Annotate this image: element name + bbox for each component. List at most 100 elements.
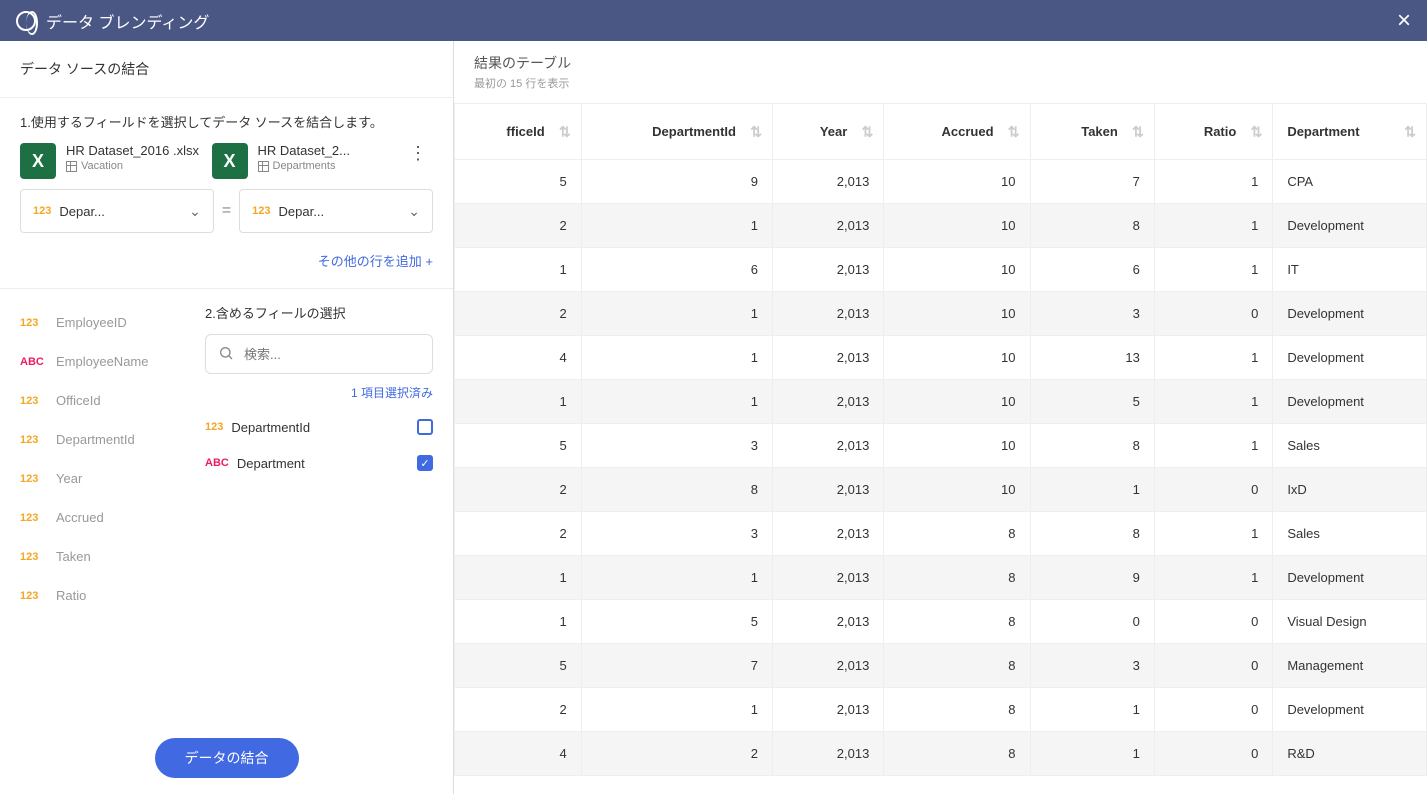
right-panel: 結果のテーブル 最初の 15 行を表示 fficeId⇅DepartmentId…	[454, 41, 1427, 794]
table-cell: Management	[1273, 644, 1427, 688]
table-cell: 1	[455, 556, 582, 600]
source-1-sub: Vacation	[81, 160, 123, 172]
excel-icon: X	[212, 143, 248, 179]
column-header[interactable]: fficeId⇅	[455, 104, 582, 160]
add-join-row-link[interactable]: その他の行を追加 +	[0, 233, 453, 288]
sort-icon[interactable]: ⇅	[1132, 123, 1144, 140]
table-cell: R&D	[1273, 732, 1427, 776]
field-item[interactable]: 123Ratio	[20, 576, 185, 615]
field-item[interactable]: ABCEmployeeName	[20, 342, 185, 381]
table-cell: 1	[1154, 336, 1272, 380]
table-row: 152,013800Visual Design	[455, 600, 1427, 644]
table-cell: 8	[1030, 204, 1154, 248]
column-header[interactable]: Ratio⇅	[1154, 104, 1272, 160]
table-cell: 5	[1030, 380, 1154, 424]
type-badge-123: 123	[252, 205, 270, 217]
search-icon	[218, 345, 234, 364]
field-name: EmployeeName	[56, 354, 149, 369]
include-field-item: 123DepartmentId	[205, 409, 433, 445]
table-cell: 1	[455, 600, 582, 644]
table-cell: 4	[455, 336, 582, 380]
field-name: DepartmentId	[56, 432, 135, 447]
table-cell: 2,013	[772, 600, 883, 644]
table-cell: 10	[884, 424, 1030, 468]
table-cell: 2,013	[772, 248, 883, 292]
table-cell: 3	[581, 512, 772, 556]
table-cell: 10	[884, 380, 1030, 424]
sort-icon[interactable]: ⇅	[862, 123, 874, 140]
sort-icon[interactable]: ⇅	[1404, 123, 1416, 140]
result-sub: 最初の 15 行を表示	[474, 75, 1407, 91]
table-cell: Development	[1273, 204, 1427, 248]
table-cell: 2,013	[772, 644, 883, 688]
table-cell: 8	[884, 512, 1030, 556]
sort-icon[interactable]: ⇅	[1251, 123, 1263, 140]
column-header[interactable]: Accrued⇅	[884, 104, 1030, 160]
field-name: OfficeId	[56, 393, 101, 408]
table-cell: 8	[581, 468, 772, 512]
field-name: Taken	[56, 549, 91, 564]
join-field-1-select[interactable]: 123 Depar... ⌄	[20, 189, 214, 233]
table-cell: 0	[1154, 644, 1272, 688]
table-row: 592,0131071CPA	[455, 160, 1427, 204]
table-cell: 8	[884, 644, 1030, 688]
join-data-button[interactable]: データの結合	[155, 738, 299, 778]
table-cell: 1	[1154, 424, 1272, 468]
column-header[interactable]: DepartmentId⇅	[581, 104, 772, 160]
table-cell: 0	[1154, 688, 1272, 732]
result-title: 結果のテーブル	[474, 53, 1407, 73]
join-field-2-select[interactable]: 123 Depar... ⌄	[239, 189, 433, 233]
field-name: Ratio	[56, 588, 86, 603]
sort-icon[interactable]: ⇅	[559, 123, 571, 140]
table-row: 112,0131051Development	[455, 380, 1427, 424]
type-badge: 123	[20, 434, 48, 446]
left-section-title: データ ソースの結合	[0, 41, 453, 98]
include-checkbox[interactable]: ✓	[417, 455, 433, 471]
table-cell: 8	[884, 556, 1030, 600]
search-box[interactable]	[205, 334, 433, 374]
close-button[interactable]: ×	[1397, 7, 1411, 35]
column-header[interactable]: Taken⇅	[1030, 104, 1154, 160]
table-row: 532,0131081Sales	[455, 424, 1427, 468]
table-cell: 2,013	[772, 380, 883, 424]
table-cell: 2,013	[772, 424, 883, 468]
table-cell: 2,013	[772, 512, 883, 556]
include-field-name: DepartmentId	[231, 420, 417, 435]
table-cell: 1	[581, 292, 772, 336]
field-item[interactable]: 123EmployeeID	[20, 303, 185, 342]
field-item[interactable]: 123Year	[20, 459, 185, 498]
join-field-2-label: Depar...	[279, 204, 409, 219]
table-cell: Development	[1273, 556, 1427, 600]
table-cell: Development	[1273, 292, 1427, 336]
table-cell: 8	[884, 688, 1030, 732]
column-label: Taken	[1081, 124, 1140, 139]
type-badge: 123	[20, 395, 48, 407]
table-cell: 1	[1154, 380, 1272, 424]
table-row: 232,013881Sales	[455, 512, 1427, 556]
table-cell: 1	[1154, 160, 1272, 204]
column-header[interactable]: Department⇅	[1273, 104, 1427, 160]
field-item[interactable]: 123 DepartmentId	[20, 420, 185, 459]
sort-icon[interactable]: ⇅	[750, 123, 762, 140]
type-badge: 123	[20, 551, 48, 563]
table-row: 212,0131081Development	[455, 204, 1427, 248]
include-checkbox[interactable]	[417, 419, 433, 435]
type-badge: ABC	[205, 457, 229, 469]
table-cell: 9	[581, 160, 772, 204]
more-icon[interactable]: ⋮	[403, 143, 433, 164]
field-item[interactable]: 123 OfficeId	[20, 381, 185, 420]
table-cell: 2,013	[772, 160, 883, 204]
table-cell: 2	[581, 732, 772, 776]
type-badge: 123	[20, 473, 48, 485]
field-item[interactable]: 123 Taken	[20, 537, 185, 576]
field-item[interactable]: 123Accrued	[20, 498, 185, 537]
search-input[interactable]	[244, 347, 420, 362]
table-cell: CPA	[1273, 160, 1427, 204]
source-2-name: HR Dataset_2...	[258, 143, 396, 158]
column-label: fficeId	[506, 124, 566, 139]
sort-icon[interactable]: ⇅	[1008, 123, 1020, 140]
column-header[interactable]: Year⇅	[772, 104, 883, 160]
table-row: 422,013810R&D	[455, 732, 1427, 776]
type-badge: 123	[20, 512, 48, 524]
table-cell: 1	[581, 688, 772, 732]
